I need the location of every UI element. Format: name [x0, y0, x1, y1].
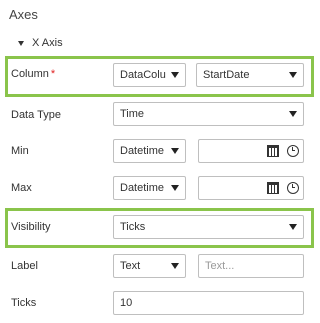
- x-axis-toggle[interactable]: X Axis: [18, 37, 63, 49]
- visibility-select[interactable]: Ticks: [113, 215, 304, 239]
- ticks-input[interactable]: 10: [113, 291, 304, 315]
- label-label: Label: [11, 260, 38, 272]
- data-type-select[interactable]: Time: [113, 102, 304, 126]
- visibility-value: Ticks: [120, 221, 146, 233]
- label-text-input[interactable]: Text...: [198, 254, 304, 278]
- required-mark: *: [50, 68, 56, 80]
- chevron-down-icon: [171, 72, 179, 78]
- min-type-select[interactable]: Datetime: [113, 139, 186, 163]
- chevron-down-icon: [289, 224, 297, 230]
- column-field-value: StartDate: [203, 69, 250, 81]
- x-axis-label: X Axis: [32, 37, 63, 49]
- column-source-select[interactable]: DataColu: [113, 63, 186, 87]
- chevron-down-icon: [289, 111, 297, 117]
- data-type-label: Data Type: [11, 109, 61, 121]
- chevron-down-icon: [289, 72, 297, 78]
- triangle-down-icon: [18, 40, 24, 46]
- chevron-down-icon: [171, 185, 179, 191]
- min-label: Min: [11, 145, 29, 157]
- chevron-down-icon: [171, 263, 179, 269]
- ticks-label: Ticks: [11, 297, 37, 309]
- column-label-text: Column: [11, 68, 49, 80]
- data-type-value: Time: [120, 108, 145, 120]
- max-label: Max: [11, 182, 32, 194]
- clock-icon[interactable]: [287, 145, 299, 157]
- calendar-icon[interactable]: [267, 145, 279, 157]
- label-text-placeholder: Text...: [205, 260, 235, 272]
- column-field-select[interactable]: StartDate: [196, 63, 304, 87]
- max-type-value: Datetime: [120, 182, 165, 194]
- calendar-icon[interactable]: [267, 182, 279, 194]
- min-type-value: Datetime: [120, 145, 165, 157]
- section-title: Axes: [9, 7, 38, 22]
- chevron-down-icon: [171, 148, 179, 154]
- max-type-select[interactable]: Datetime: [113, 176, 186, 200]
- visibility-label: Visibility: [11, 221, 51, 233]
- column-label: Column *: [11, 68, 55, 80]
- label-type-select[interactable]: Text: [113, 254, 186, 278]
- column-source-value: DataColu: [120, 69, 166, 81]
- clock-icon[interactable]: [287, 182, 299, 194]
- label-type-value: Text: [120, 260, 141, 272]
- ticks-value: 10: [120, 297, 133, 309]
